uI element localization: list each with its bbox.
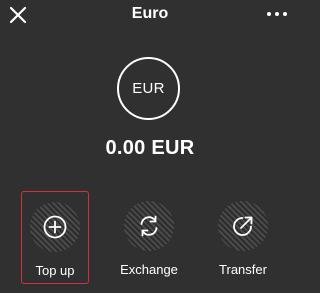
transfer-arrow-icon — [233, 216, 253, 236]
top-up-button[interactable]: Top up — [21, 191, 89, 284]
top-up-icon-circle — [30, 202, 80, 252]
currency-code: EUR — [132, 80, 165, 97]
top-up-label: Top up — [35, 263, 75, 278]
exchange-arrows-icon — [140, 215, 158, 237]
transfer-icon-circle — [218, 201, 268, 251]
transfer-label: Transfer — [219, 262, 267, 277]
header-bar: Euro — [0, 0, 300, 28]
page-title: Euro — [131, 5, 169, 22]
plus-circle-icon — [43, 215, 67, 239]
exchange-button[interactable]: Exchange — [115, 191, 183, 284]
balance-amount: 0.00 EUR — [105, 137, 195, 159]
currency-badge: EUR — [117, 57, 180, 120]
exchange-icon-circle — [124, 201, 174, 251]
more-options-button[interactable] — [266, 7, 288, 21]
more-horizontal-icon — [267, 12, 287, 16]
exchange-label: Exchange — [120, 262, 178, 277]
transfer-button[interactable]: Transfer — [209, 191, 277, 284]
